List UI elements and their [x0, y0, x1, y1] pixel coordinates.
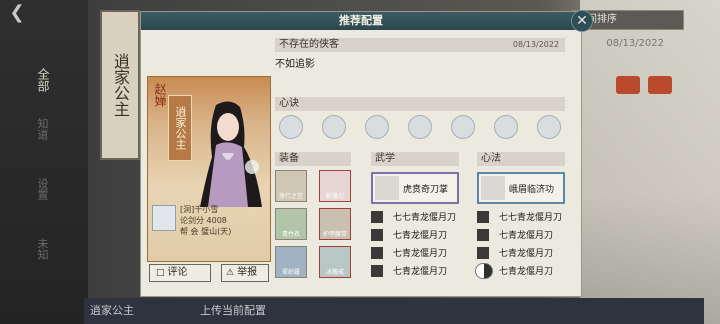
mind-slot[interactable] — [365, 115, 389, 139]
xinfa-main-skill[interactable]: 峨眉临济功 — [477, 172, 565, 204]
review-button[interactable]: □ 评论 — [149, 264, 211, 282]
player-name: [洞]千小雪 — [180, 205, 219, 214]
character-card: 赵婵 逍家公主 [洞]千小雪 论剑分 4008 帮 会 璧山(天) — [147, 76, 271, 262]
bottom-bar — [84, 298, 704, 324]
mind-slot[interactable] — [537, 115, 561, 139]
skill-row[interactable]: 七青龙偃月刀 — [371, 244, 463, 262]
equip-robe[interactable]: 青竹衣 — [275, 208, 307, 240]
background-date: 08/13/2022 — [606, 38, 664, 49]
fighter-icon — [481, 176, 505, 200]
mind-slots — [279, 115, 569, 141]
recommend-config-modal: 推荐配置 ✕ 赵婵 逍家公主 [洞]千小雪 论剑分 4008 帮 会 璧山(天)… — [140, 10, 593, 297]
hero-bar: 不存在的侠客 08/13/2022 — [275, 38, 565, 52]
sword-icon — [375, 176, 399, 200]
modal-title: 推荐配置 — [141, 12, 581, 30]
equip-blade[interactable]: 影锋刃 — [319, 170, 351, 202]
sidebar-tab-all[interactable]: 全部 — [30, 55, 56, 105]
skill-row[interactable]: 七青龙偃月刀 — [475, 262, 569, 280]
skill-row[interactable]: 七青龙偃月刀 — [371, 262, 463, 280]
player-score: 论剑分 4008 — [180, 216, 227, 225]
player-guild: 帮 会 璧山(天) — [180, 227, 232, 236]
back-arrow-icon[interactable]: ❮ — [6, 2, 28, 24]
mind-slot[interactable] — [408, 115, 432, 139]
skill-row[interactable]: 七青龙偃月刀 — [371, 226, 463, 244]
wuxue-main-skill[interactable]: 虎贲奇刀掌 — [371, 172, 459, 204]
equip-ring[interactable]: 冰魄戒 — [319, 246, 351, 278]
player-info: [洞]千小雪 论剑分 4008 帮 会 璧山(天) — [152, 205, 268, 247]
xinfa-section-header: 心法 — [477, 152, 565, 166]
sidebar-item-3[interactable]: 未知 — [36, 238, 50, 260]
config-subtitle: 不如追影 — [275, 59, 315, 70]
equip-hat[interactable]: 旅行之笠 — [275, 170, 307, 202]
character-portrait — [200, 101, 262, 207]
chat-icon[interactable] — [616, 76, 640, 94]
warning-icon: ⚠ — [226, 268, 235, 278]
hero-date: 08/13/2022 — [512, 40, 559, 49]
mind-slot[interactable] — [451, 115, 475, 139]
report-button[interactable]: ⚠ 举报 — [221, 264, 269, 282]
close-icon[interactable]: ✕ — [571, 10, 593, 32]
toggle-icon[interactable] — [475, 263, 493, 279]
equip-shoes[interactable]: 翠织履 — [275, 246, 307, 278]
character-banner: 逍家公主 — [100, 10, 140, 160]
mind-slot[interactable] — [279, 115, 303, 139]
wuxue-section-header: 武学 — [371, 152, 459, 166]
skill-row[interactable]: 七青龙偃月刀 — [477, 226, 569, 244]
character-name: 赵婵 — [153, 83, 167, 107]
mind-slot[interactable] — [322, 115, 346, 139]
mind-slot[interactable] — [494, 115, 518, 139]
comment-icon: □ — [156, 268, 165, 278]
skill-row[interactable]: 七青龙偃月刀 — [477, 244, 569, 262]
bottom-character-name[interactable]: 逍家公主 — [90, 302, 134, 318]
sidebar-item-1[interactable]: 知道 — [36, 118, 50, 140]
equip-belt[interactable]: 护甲腰带 — [319, 208, 351, 240]
hero-label: 不存在的侠客 — [279, 39, 339, 50]
sidebar-item-2[interactable]: 设置 — [36, 178, 50, 200]
skill-row[interactable]: 七七青龙偃月刀 — [477, 208, 569, 226]
upload-config-button[interactable]: 上传当前配置 — [200, 302, 266, 318]
xinfa-skill-list: 七七青龙偃月刀 七青龙偃月刀 七青龙偃月刀 七青龙偃月刀 — [475, 208, 569, 280]
equipment-grid: 旅行之笠 影锋刃 青竹衣 护甲腰带 翠织履 冰魄戒 — [275, 170, 355, 280]
skill-row[interactable]: 七七青龙偃月刀 — [371, 208, 463, 226]
equip-section-header: 装备 — [275, 152, 351, 166]
left-sidebar — [0, 0, 88, 324]
wuxue-skill-list: 七七青龙偃月刀 七青龙偃月刀 七青龙偃月刀 七青龙偃月刀 — [371, 208, 463, 280]
comment-icon[interactable] — [648, 76, 672, 94]
mind-section-header: 心诀 — [275, 97, 565, 111]
player-avatar — [152, 205, 176, 231]
